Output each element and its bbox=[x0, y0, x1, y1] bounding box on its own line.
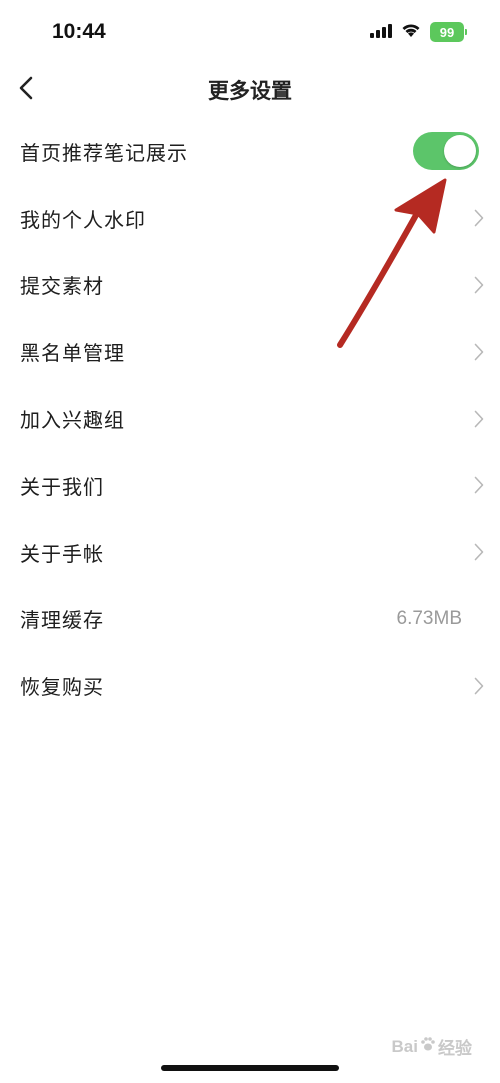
status-time: 10:44 bbox=[52, 20, 106, 43]
chevron-right-icon bbox=[472, 275, 486, 295]
setting-homepage-notes: 首页推荐笔记展示 bbox=[0, 118, 500, 185]
paw-icon bbox=[420, 1036, 436, 1057]
baidu-watermark: Bai 经验 bbox=[392, 1034, 472, 1059]
battery-icon: 99 bbox=[430, 22, 467, 42]
chevron-right-icon bbox=[472, 342, 486, 362]
setting-label: 加入兴趣组 bbox=[20, 408, 125, 433]
page-title: 更多设置 bbox=[208, 79, 292, 103]
home-indicator[interactable] bbox=[161, 1065, 339, 1071]
homepage-notes-toggle[interactable] bbox=[413, 132, 479, 171]
signal-icon bbox=[370, 23, 392, 42]
setting-label: 首页推荐笔记展示 bbox=[20, 140, 188, 165]
chevron-right-icon bbox=[472, 409, 486, 429]
status-icons: 99 bbox=[370, 22, 467, 42]
setting-label: 关于手帐 bbox=[20, 541, 104, 566]
chevron-right-icon bbox=[472, 208, 486, 228]
setting-interest-group[interactable]: 加入兴趣组 bbox=[0, 385, 500, 452]
cache-size-value: 6.73MB bbox=[396, 607, 462, 629]
toggle-knob bbox=[444, 135, 476, 168]
nav-bar: 更多设置 bbox=[0, 66, 500, 114]
setting-label: 我的个人水印 bbox=[20, 207, 146, 232]
chevron-right-icon bbox=[472, 542, 486, 562]
watermark-brand: Bai bbox=[391, 1036, 418, 1056]
setting-watermark[interactable]: 我的个人水印 bbox=[0, 185, 500, 252]
setting-label: 清理缓存 bbox=[20, 608, 104, 633]
watermark-suffix: 经验 bbox=[438, 1039, 472, 1058]
setting-label: 黑名单管理 bbox=[20, 341, 125, 366]
wifi-icon bbox=[401, 23, 421, 42]
setting-label: 关于我们 bbox=[20, 474, 104, 499]
setting-about-us[interactable]: 关于我们 bbox=[0, 452, 500, 519]
settings-list: 首页推荐笔记展示 我的个人水印 提交素材 黑名单管理 加入兴趣组 关于我们 关于… bbox=[0, 118, 500, 719]
setting-label: 提交素材 bbox=[20, 274, 104, 299]
setting-blacklist[interactable]: 黑名单管理 bbox=[0, 318, 500, 385]
setting-about-journal[interactable]: 关于手帐 bbox=[0, 519, 500, 586]
status-bar: 10:44 99 bbox=[0, 0, 500, 66]
chevron-right-icon bbox=[472, 676, 486, 696]
setting-clear-cache[interactable]: 清理缓存 6.73MB bbox=[0, 586, 500, 653]
battery-level: 99 bbox=[439, 24, 455, 40]
setting-restore-purchase[interactable]: 恢复购买 bbox=[0, 652, 500, 719]
chevron-right-icon bbox=[472, 475, 486, 495]
setting-submit-material[interactable]: 提交素材 bbox=[0, 252, 500, 319]
settings-screen: 10:44 99 更多设置 首页推荐笔记展示 我的个人水印 提交素材 黑名单管理… bbox=[0, 0, 500, 1083]
setting-label: 恢复购买 bbox=[20, 675, 104, 700]
